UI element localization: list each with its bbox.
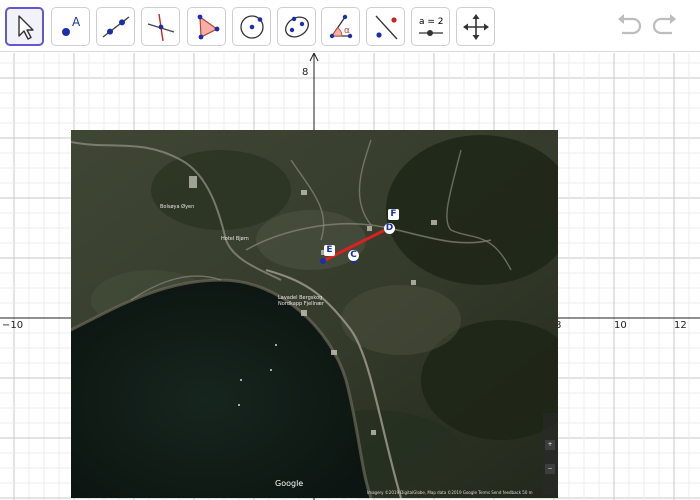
map-zoom-out-button[interactable]: − bbox=[545, 464, 555, 474]
x-axis-label-minus-10: −10 bbox=[2, 320, 24, 331]
four-way-arrows-icon bbox=[462, 13, 489, 40]
ellipse-tool-button[interactable] bbox=[277, 7, 316, 46]
toolbar: A α a = 2 bbox=[0, 0, 700, 52]
line-tool-button[interactable] bbox=[96, 7, 135, 46]
reflect-tool-button[interactable] bbox=[366, 7, 405, 46]
angle-tool-symbol: α bbox=[344, 26, 350, 36]
move-graphics-view-tool-button[interactable] bbox=[456, 7, 495, 46]
x-axis-label-12: 12 bbox=[674, 320, 687, 331]
point-c-label[interactable]: C bbox=[348, 250, 359, 261]
angle-tool-button[interactable]: α bbox=[321, 7, 360, 46]
geogebra-app: A α a = 2 −10 8 10 12 8 Bolsøya Øyen Hot… bbox=[0, 0, 700, 500]
x-axis-label-10: 10 bbox=[614, 320, 627, 331]
slider-tool-button[interactable]: a = 2 bbox=[411, 7, 450, 46]
move-tool-button[interactable] bbox=[5, 7, 44, 46]
point-tool-letter: A bbox=[72, 15, 81, 29]
perpendicular-line-icon bbox=[147, 13, 174, 41]
redo-button[interactable] bbox=[648, 10, 682, 42]
satellite-map-image[interactable]: Bolsøya Øyen Hotel Bjørn Lavadel Bergsko… bbox=[71, 130, 558, 498]
triangle-polygon-icon bbox=[197, 14, 219, 39]
angle-icon: α bbox=[329, 14, 352, 38]
map-label-4: Nordkapp Fjellnær bbox=[278, 301, 325, 307]
slider-tool-label: a = 2 bbox=[419, 17, 444, 27]
map-zoom-in-button[interactable]: + bbox=[545, 440, 555, 450]
redo-icon bbox=[652, 14, 676, 35]
reflect-about-line-icon bbox=[375, 15, 397, 39]
cursor-arrow-icon bbox=[17, 14, 34, 40]
graphics-view[interactable]: −10 8 10 12 8 Bolsøya Øyen Hotel Bjørn L… bbox=[0, 53, 700, 500]
point-d-label[interactable]: D bbox=[384, 223, 395, 234]
undo-button[interactable] bbox=[612, 10, 646, 42]
circle-tool-button[interactable] bbox=[232, 7, 271, 46]
point-e-label[interactable]: E bbox=[324, 245, 335, 256]
map-label-1: Bolsøya Øyen bbox=[160, 204, 195, 210]
map-label-2: Hotel Bjørn bbox=[221, 236, 249, 242]
satellite-terrain bbox=[71, 130, 558, 498]
slider-icon: a = 2 bbox=[418, 17, 444, 36]
perpendicular-line-tool-button[interactable] bbox=[141, 7, 180, 46]
point-e-dot[interactable] bbox=[320, 258, 326, 264]
google-logo: Google bbox=[275, 479, 304, 488]
point-icon: A bbox=[61, 15, 81, 36]
ellipse-icon bbox=[284, 16, 309, 37]
point-tool-button[interactable]: A bbox=[51, 7, 90, 46]
point-f-label[interactable]: F bbox=[388, 209, 399, 220]
undo-icon bbox=[618, 14, 642, 35]
polygon-tool-button[interactable] bbox=[187, 7, 226, 46]
circle-center-point-icon bbox=[239, 14, 264, 39]
y-axis-label-8: 8 bbox=[302, 67, 309, 78]
map-attribution: Imagery ©2019 DigitalGlobe, Map data ©20… bbox=[367, 490, 533, 495]
line-through-points-icon bbox=[102, 15, 129, 38]
